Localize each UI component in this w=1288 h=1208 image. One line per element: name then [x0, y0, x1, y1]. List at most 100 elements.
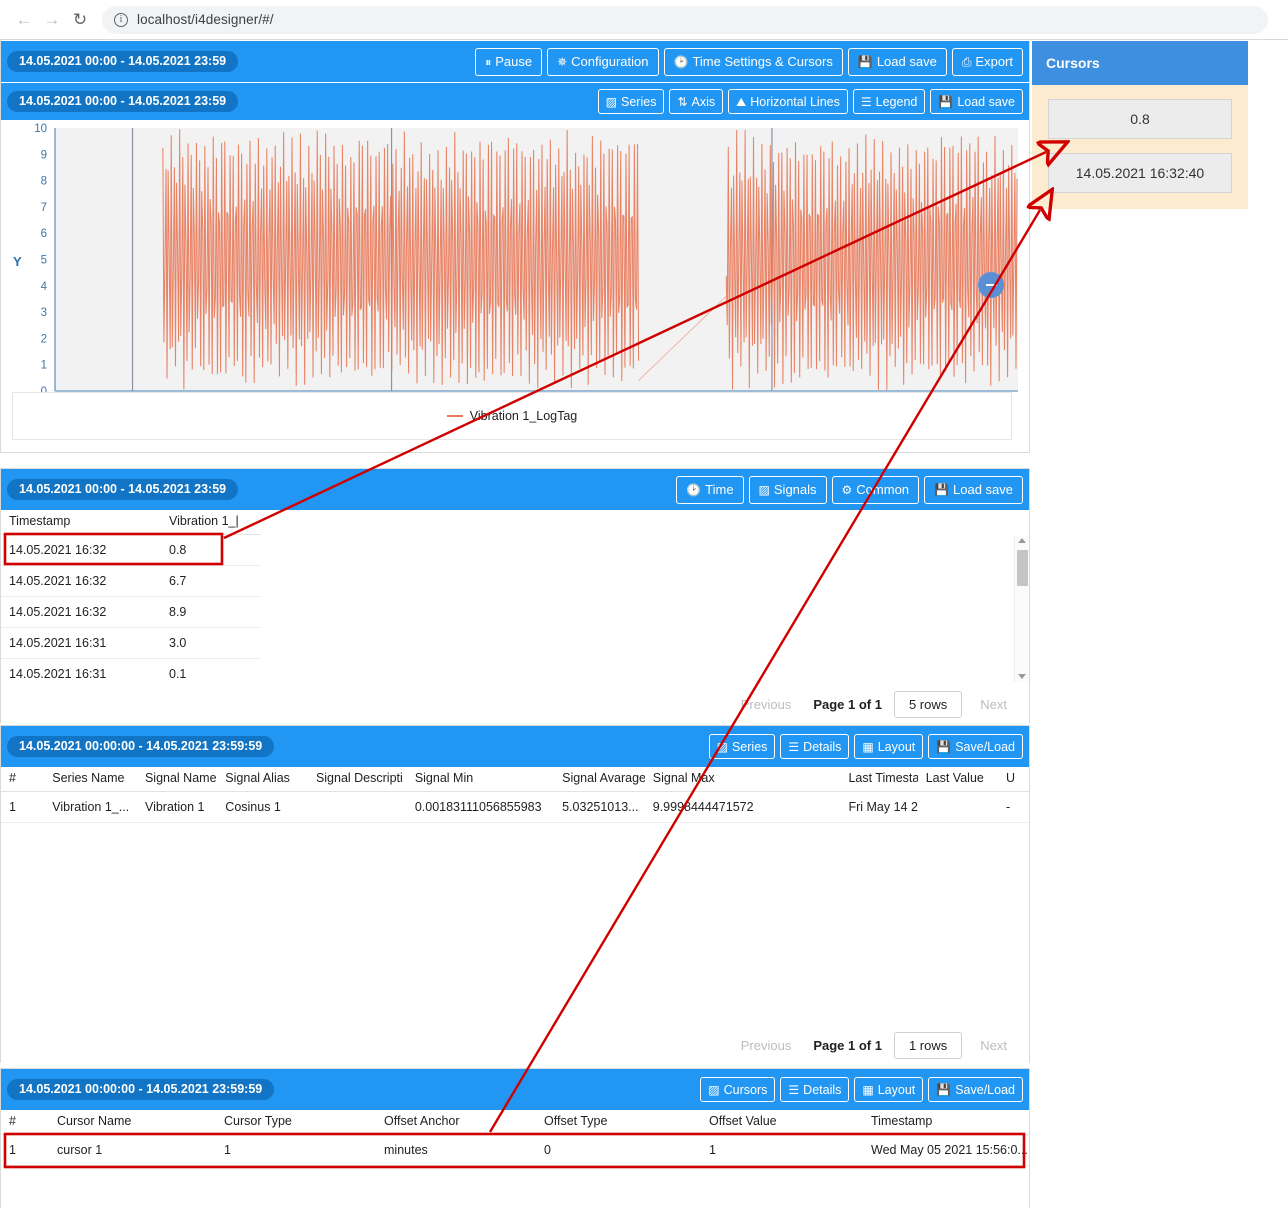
column-header-9[interactable]: Last Value [917, 767, 999, 792]
cursor-timestamp-field[interactable]: 14.05.2021 16:32:40 [1048, 153, 1232, 193]
table-header-row: # Series Name Signal Name Signal Alias Signa… [1, 767, 1029, 792]
svg-text:3: 3 [41, 307, 47, 319]
cursors-button[interactable]: ▨ Cursors [700, 1077, 776, 1102]
table-row[interactable]: 14.05.2021 16:31 3.0 [1, 627, 1029, 659]
signals-button-label: Signals [773, 482, 817, 497]
column-header-4[interactable]: Offset Type [536, 1110, 701, 1135]
table-row[interactable]: 14.05.2021 16:32 0.8 [1, 534, 1029, 566]
column-header-1[interactable]: Series Name [44, 767, 137, 792]
table-row[interactable]: 14.05.2021 16:31 0.1 [1, 658, 1029, 682]
column-header-2[interactable]: Signal Name [136, 767, 218, 792]
signals-series-button[interactable]: ▨ Series [708, 734, 776, 759]
table-cell: Wed May 05 2021 15:56:0... [863, 1134, 1029, 1166]
table-row[interactable]: 1 Vibration 1_... Vibration 1 Cosinus 1 0.00… [1, 791, 1029, 823]
column-header-0[interactable]: # [1, 1110, 49, 1135]
table-row[interactable]: 14.05.2021 16:32 8.9 [1, 596, 1029, 628]
series-button[interactable]: ▨ Series [597, 89, 665, 114]
table-row[interactable]: 1 cursor 1 1 minutes 0 1 Wed May 05 2021 15:56… [1, 1134, 1029, 1166]
table-cell: Vibration 1_... [44, 791, 137, 823]
cursors-table-region[interactable]: # Cursor Name Cursor Type Offset Anchor Offs… [1, 1110, 1029, 1208]
data-table-scroll-region[interactable]: Timestamp Vibration 1_| 14.05.2021 16:32 0… [1, 510, 1029, 682]
signals-table-region[interactable]: # Series Name Signal Name Signal Alias Signa… [1, 767, 1029, 989]
column-header-10[interactable]: U [998, 767, 1029, 792]
cursor-value-field[interactable]: 0.8 [1048, 99, 1232, 139]
column-header-3[interactable]: Signal Alias [217, 767, 308, 792]
signals-button[interactable]: ▨ Signals [748, 475, 827, 504]
rows-per-page-select[interactable]: 5 rows [893, 691, 963, 718]
table-cell: 9.9998444471572 [644, 791, 841, 823]
load-save-button[interactable]: 💾 Load save [847, 47, 947, 76]
horizontal-lines-button[interactable]: ⛰ Horizontal Lines [728, 89, 848, 114]
previous-button[interactable]: Previous [731, 1034, 802, 1057]
column-header-3[interactable]: Offset Anchor [376, 1110, 536, 1135]
browser-toolbar: ← → ↻ i localhost/i4designer/#/ [0, 0, 1288, 40]
series-icon: ▨ [716, 739, 728, 754]
previous-button[interactable]: Previous [731, 693, 802, 716]
table-row[interactable]: 14.05.2021 16:32 6.7 [1, 565, 1029, 597]
next-button[interactable]: Next [970, 693, 1017, 716]
chart-legend: Vibration 1_LogTag [12, 392, 1012, 440]
back-arrow-icon[interactable]: ← [10, 6, 38, 34]
data-table-time-range-pill: 14.05.2021 00:00 - 14.05.2021 23:59 [7, 479, 239, 500]
reload-icon[interactable]: ↻ [66, 6, 94, 34]
svg-text:6: 6 [41, 228, 47, 240]
column-header-0[interactable]: Timestamp [1, 510, 161, 535]
axis-button[interactable]: ⇅ Axis [669, 89, 724, 114]
forward-arrow-icon[interactable]: → [38, 6, 66, 34]
signals-widget: 14.05.2021 00:00:00 - 14.05.2021 23:59:5… [0, 725, 1030, 1065]
column-header-6[interactable]: Timestamp [863, 1110, 1029, 1135]
series-button-label: Series [621, 94, 657, 109]
page-info: Page 1 of 1 [813, 697, 882, 712]
svg-text:1: 1 [41, 360, 47, 372]
column-header-1[interactable]: Cursor Name [49, 1110, 216, 1135]
signals-layout-button[interactable]: ▦ Layout [854, 734, 924, 759]
data-table-widget: 14.05.2021 00:00 - 14.05.2021 23:59 🕑 Ti… [0, 468, 1030, 724]
column-header-6[interactable]: Signal Avarage [554, 767, 645, 792]
pause-button[interactable]: ⏸ Pause [475, 47, 543, 76]
time-button-label: Time [705, 482, 734, 497]
scroll-up-arrow-icon[interactable] [1018, 538, 1026, 543]
signals-series-button-label: Series [731, 739, 768, 754]
column-header-7[interactable]: Signal Max [644, 767, 841, 792]
common-button[interactable]: ⚙ Common [831, 475, 920, 504]
column-header-0[interactable]: # [1, 767, 45, 792]
time-settings-cursors-button[interactable]: 🕑 Time Settings & Cursors [663, 47, 843, 76]
data-table-vertical-scrollbar[interactable] [1014, 536, 1029, 682]
site-info-icon[interactable]: i [114, 12, 128, 27]
cursors-details-button[interactable]: ☰ Details [780, 1077, 850, 1102]
chart-plot-area[interactable]: 012345678910 10:0010:3011:0011:3012:0012… [1, 120, 1029, 450]
next-button[interactable]: Next [970, 1034, 1017, 1057]
column-header-5[interactable]: Signal Min [406, 767, 555, 792]
export-button[interactable]: ⎙ Export [951, 47, 1023, 76]
column-header-5[interactable]: Offset Value [701, 1110, 863, 1135]
scrollbar-thumb[interactable] [1017, 550, 1028, 586]
time-button[interactable]: 🕑 Time [676, 475, 744, 504]
svg-text:9: 9 [41, 149, 47, 161]
rows-per-page-select[interactable]: 1 rows [893, 1032, 963, 1059]
table-cell: 1 [701, 1134, 863, 1166]
trend-load-save-button[interactable]: 💾 Load save [930, 89, 1023, 114]
column-header-2[interactable]: Cursor Type [216, 1110, 376, 1135]
column-header-1[interactable]: Vibration 1_| [161, 510, 261, 535]
table-cell: 14.05.2021 16:32 [1, 565, 161, 597]
data-table-load-save-button[interactable]: 💾 Load save [924, 475, 1023, 504]
cursors-save-load-button[interactable]: 💾 Save/Load [928, 1077, 1023, 1102]
column-header-4[interactable]: Signal Descripti [307, 767, 407, 792]
legend-button[interactable]: ☰ Legend [852, 89, 926, 114]
cursors-layout-button[interactable]: ▦ Layout [854, 1077, 924, 1102]
collapse-marker-icon[interactable] [978, 272, 1004, 298]
cursors-table-header: 14.05.2021 00:00:00 - 14.05.2021 23:59:5… [1, 1069, 1029, 1110]
layout-icon: ▦ [862, 1082, 874, 1097]
address-bar[interactable]: i localhost/i4designer/#/ [102, 5, 1268, 34]
save-icon: 💾 [857, 54, 873, 69]
cursors-panel-body: 0.8 14.05.2021 16:32:40 [1032, 85, 1248, 209]
cursors-button-label: Cursors [723, 1082, 768, 1097]
configuration-button[interactable]: ✵ Configuration [547, 47, 659, 76]
chart-time-range-pill: 14.05.2021 00:00 - 14.05.2021 23:59 [7, 51, 239, 72]
save-icon: 💾 [936, 739, 952, 754]
scroll-down-arrow-icon[interactable] [1018, 674, 1026, 679]
signals-details-button[interactable]: ☰ Details [780, 734, 850, 759]
signals-save-load-button[interactable]: 💾 Save/Load [928, 734, 1023, 759]
column-header-8[interactable]: Last Timestamp [840, 767, 918, 792]
load-save-button-label: Load save [876, 54, 937, 69]
